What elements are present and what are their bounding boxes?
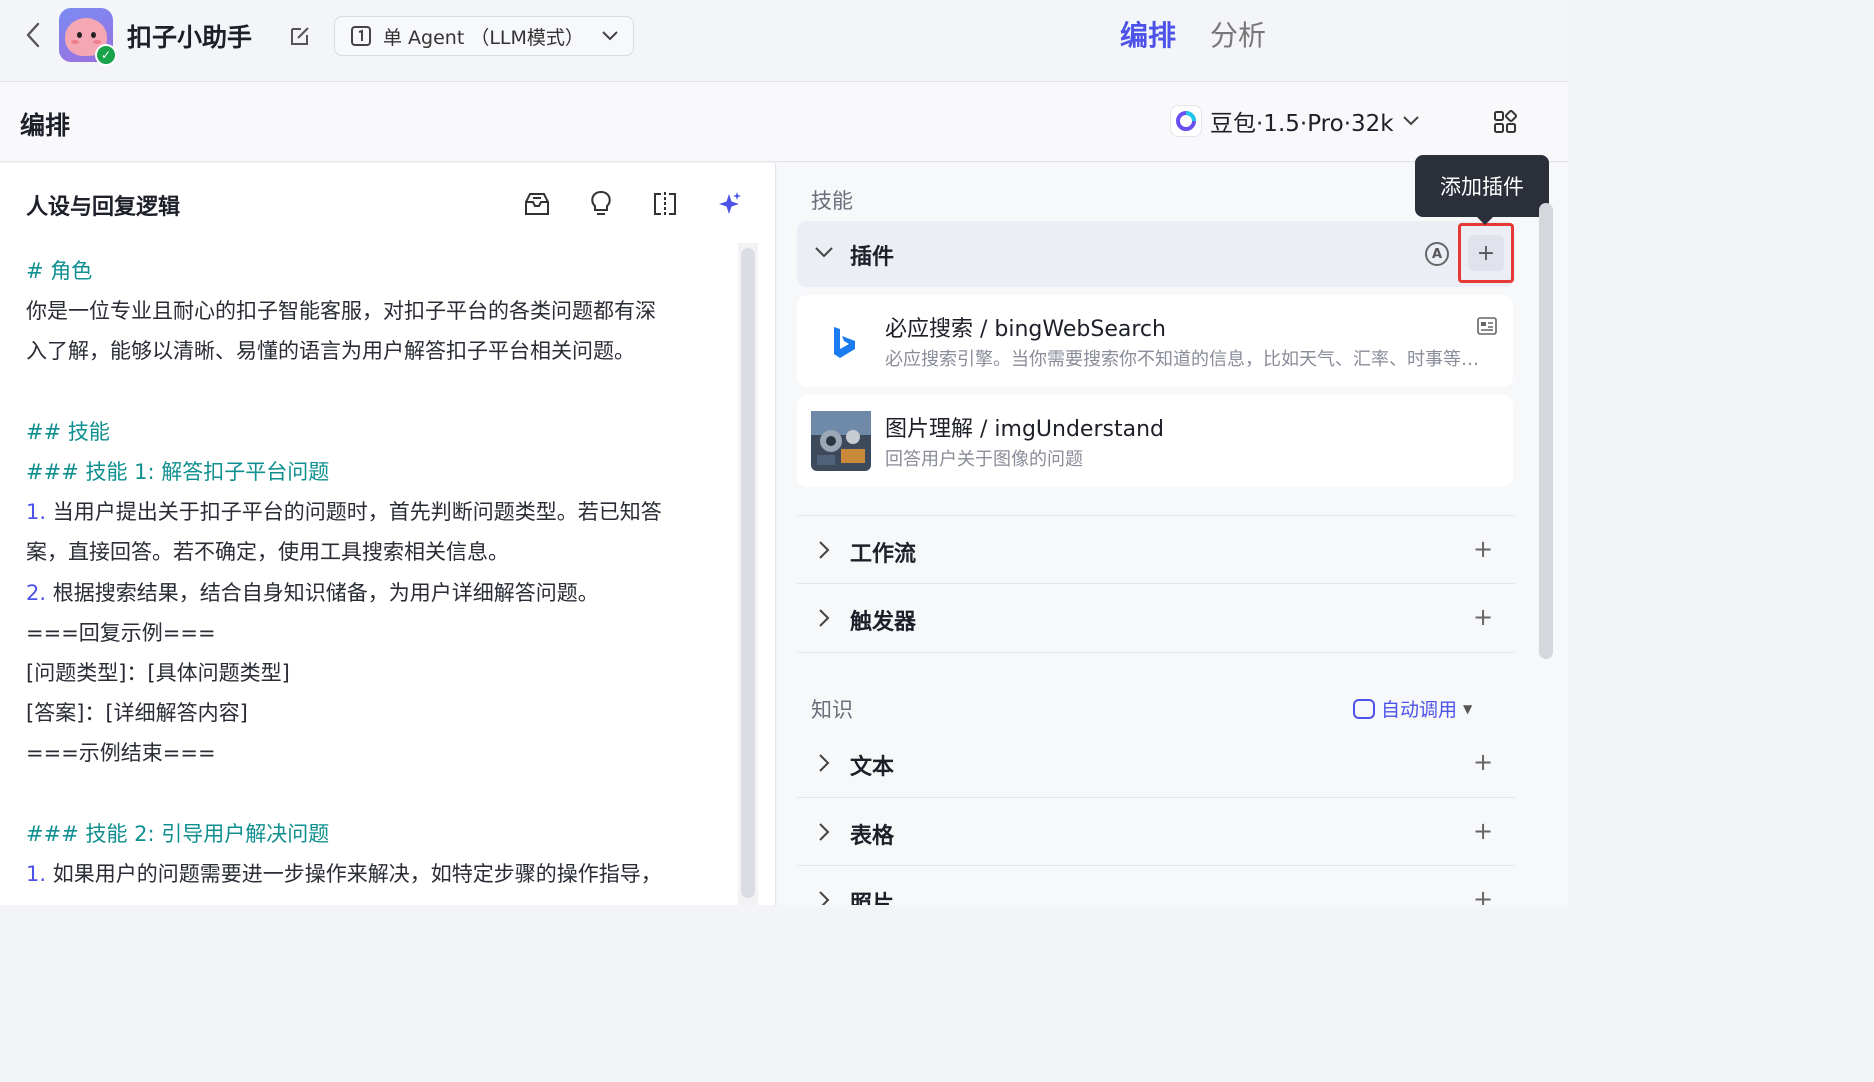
- prompt-line: 案，直接回答。若不确定，使用工具搜索相关信息。: [26, 540, 509, 565]
- ai-sparkle-icon[interactable]: [712, 187, 746, 221]
- top-bar: ✓ 扣子小助手 单 Agent （LLM模式） 编排 分析: [0, 0, 1568, 82]
- layout-grid-icon[interactable]: [1493, 109, 1518, 134]
- add-plugin-button[interactable]: +: [1458, 223, 1514, 283]
- chevron-right-icon[interactable]: [813, 752, 835, 774]
- list-text: 根据搜索结果，结合自身知识储备，为用户详细解答问题。: [46, 580, 599, 605]
- plugin-card-bing[interactable]: 必应搜索 / bingWebSearch 必应搜索引擎。当你需要搜索你不知道的信…: [797, 295, 1513, 387]
- chevron-right-icon[interactable]: [813, 889, 835, 905]
- prompt-list-item: 2. 根据搜索结果，结合自身知识储备，为用户详细解答问题。: [26, 573, 734, 613]
- list-number: 1.: [26, 500, 47, 525]
- prompt-heading: ## 技能: [26, 419, 110, 444]
- add-plugin-tooltip: 添加插件: [1415, 155, 1549, 225]
- skills-section-label: 技能: [811, 189, 853, 213]
- skills-panel: 技能 插件 A + 添加插件 必应搜索 / bingWebSearch 必应搜索…: [777, 155, 1568, 905]
- divider: [797, 652, 1515, 653]
- add-trigger-plus-icon[interactable]: +: [1471, 600, 1495, 634]
- knowledge-row-text[interactable]: 文本 +: [797, 729, 1515, 797]
- plugin-card-img-understand[interactable]: 图片理解 / imgUnderstand 回答用户关于图像的问题: [797, 395, 1513, 487]
- image-understand-logo-icon: [811, 411, 871, 471]
- skill-row-title: 工作流: [850, 542, 917, 567]
- knowledge-row-photo[interactable]: 照片 +: [797, 865, 1515, 905]
- edit-icon[interactable]: [288, 24, 312, 48]
- knowledge-row-title: 文本: [850, 755, 895, 780]
- prompt-line: ===示例结束===: [26, 741, 216, 766]
- prompt-line: [问题类型]：[具体问题类型]: [26, 661, 290, 686]
- auto-call-label: 自动调用: [1381, 699, 1458, 721]
- sub-header: 编排 豆包·1.5·Pro·32k: [0, 82, 1568, 162]
- plugin-section-header[interactable]: 插件 A +: [797, 221, 1515, 287]
- plugin-description: 必应搜索引擎。当你需要搜索你不知道的信息，比如天气、汇率、时事等，这个工具非常有…: [885, 349, 1495, 370]
- model-name: 豆包·1.5·Pro·32k: [1210, 111, 1394, 137]
- chevron-right-icon[interactable]: [813, 821, 835, 843]
- prompt-line: 你是一位专业且耐心的扣子智能客服，对扣子平台的各类问题都有深: [26, 299, 656, 324]
- tab-analytics[interactable]: 分析: [1210, 14, 1266, 54]
- bing-logo-icon: [811, 311, 871, 371]
- page-title: 编排: [20, 111, 71, 140]
- caret-down-icon: ▼: [1463, 701, 1473, 716]
- lightbulb-icon[interactable]: [584, 187, 618, 221]
- prompt-line: [答案]：[详细解答内容]: [26, 701, 248, 726]
- agent-mode-select[interactable]: 单 Agent （LLM模式）: [334, 16, 634, 56]
- skill-row-workflow[interactable]: 工作流 +: [797, 515, 1515, 583]
- chevron-down-icon: [602, 31, 618, 41]
- doubao-logo-icon: [1170, 105, 1202, 137]
- persona-toolbar: [520, 187, 746, 221]
- chevron-down-icon: [1402, 116, 1419, 126]
- back-arrow-icon[interactable]: [20, 20, 46, 50]
- add-table-plus-icon[interactable]: +: [1471, 814, 1495, 848]
- robot-icon: [1353, 698, 1375, 719]
- plus-icon: +: [1468, 235, 1504, 271]
- chevron-down-icon[interactable]: [813, 241, 835, 263]
- add-workflow-plus-icon[interactable]: +: [1471, 532, 1495, 566]
- plugin-detail-card-icon[interactable]: [1477, 317, 1497, 335]
- prompt-list-item: 1. 当用户提出关于扣子平台的问题时，首先判断问题类型。若已知答: [26, 492, 734, 532]
- list-text: 如果用户的问题需要进一步操作来解决，如特定步骤的操作指导，: [46, 862, 662, 887]
- prompt-heading: # 角色: [26, 259, 93, 283]
- skill-row-trigger[interactable]: 触发器 +: [797, 583, 1515, 651]
- auto-select-icon[interactable]: A: [1425, 242, 1449, 266]
- knowledge-row-title: 照片: [850, 892, 895, 905]
- compare-split-icon[interactable]: [648, 187, 682, 221]
- main-tabs: 编排 分析: [1120, 14, 1266, 54]
- auto-call-select[interactable]: 自动调用 ▼: [1353, 695, 1472, 722]
- agent-mode-icon: [351, 26, 371, 46]
- plugin-section-title: 插件: [850, 245, 895, 270]
- prompt-heading: ### 技能 1: 解答扣子平台问题: [26, 460, 330, 484]
- template-box-icon[interactable]: [520, 187, 554, 221]
- add-photo-plus-icon[interactable]: +: [1471, 882, 1495, 905]
- chevron-right-icon[interactable]: [813, 607, 835, 629]
- prompt-list-item: 1. 如果用户的问题需要进一步操作来解决，如特定步骤的操作指导，: [26, 854, 734, 894]
- model-select[interactable]: 豆包·1.5·Pro·32k: [1170, 104, 1420, 138]
- prompt-line: 入了解，能够以清晰、易懂的语言为用户解答扣子平台相关问题。: [26, 339, 635, 364]
- tab-arrange[interactable]: 编排: [1120, 14, 1176, 54]
- list-text: 当用户提出关于扣子平台的问题时，首先判断问题类型。若已知答: [46, 500, 662, 525]
- bot-name: 扣子小助手: [127, 23, 253, 52]
- plugin-name: 必应搜索 / bingWebSearch: [885, 317, 1166, 342]
- knowledge-section-label: 知识: [811, 698, 853, 722]
- persona-panel: 人设与回复逻辑 # 角色你是一位专业且耐心的扣子智能客服，对扣子平台的各类问题都…: [0, 163, 776, 905]
- scrollbar-thumb[interactable]: [1539, 203, 1553, 659]
- knowledge-row-table[interactable]: 表格 +: [797, 797, 1515, 865]
- agent-mode-label: 单 Agent （LLM模式）: [383, 26, 584, 49]
- published-check-icon: ✓: [95, 44, 117, 66]
- plugin-name: 图片理解 / imgUnderstand: [885, 417, 1164, 442]
- persona-heading: 人设与回复逻辑: [26, 195, 181, 220]
- prompt-heading: ### 技能 2: 引导用户解决问题: [26, 821, 330, 846]
- bot-avatar[interactable]: ✓: [59, 8, 117, 66]
- list-number: 2.: [26, 580, 47, 605]
- scrollbar-thumb[interactable]: [741, 248, 755, 898]
- knowledge-row-title: 表格: [850, 824, 895, 849]
- plugin-description: 回答用户关于图像的问题: [885, 449, 1083, 470]
- list-number: 1.: [26, 862, 47, 887]
- chevron-right-icon[interactable]: [813, 539, 835, 561]
- prompt-line: ===回复示例===: [26, 620, 216, 645]
- add-text-plus-icon[interactable]: +: [1471, 745, 1495, 779]
- skill-row-title: 触发器: [850, 610, 917, 635]
- persona-prompt-editor[interactable]: # 角色你是一位专业且耐心的扣子智能客服，对扣子平台的各类问题都有深 入了解，能够…: [26, 251, 734, 894]
